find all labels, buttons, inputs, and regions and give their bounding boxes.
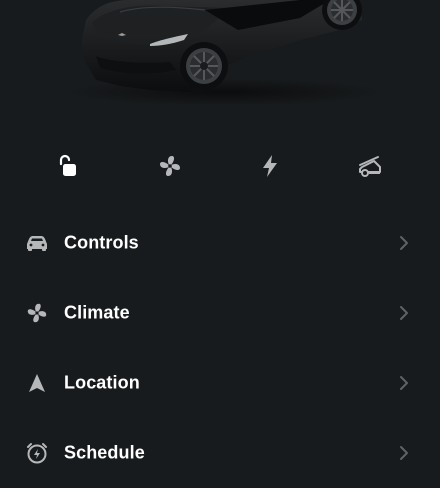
bolt-icon	[257, 153, 283, 179]
chevron-right-icon	[400, 306, 408, 320]
unlock-button[interactable]	[45, 146, 89, 186]
vehicle-menu: Controls Climate Location Schedule	[0, 208, 440, 488]
menu-item-label: Location	[64, 372, 140, 393]
frunk-button[interactable]	[348, 146, 392, 186]
menu-item-controls[interactable]: Controls	[0, 208, 440, 278]
navigation-arrow-icon	[24, 370, 50, 396]
vehicle-image	[0, 0, 440, 110]
fan-icon	[24, 300, 50, 326]
quick-controls	[0, 146, 440, 186]
menu-item-schedule[interactable]: Schedule	[0, 418, 440, 488]
climate-quick-button[interactable]	[148, 146, 192, 186]
menu-item-climate[interactable]: Climate	[0, 278, 440, 348]
charging-button[interactable]	[248, 146, 292, 186]
menu-item-label: Schedule	[64, 442, 145, 463]
chevron-right-icon	[400, 236, 408, 250]
car-icon	[24, 230, 50, 256]
chevron-right-icon	[400, 446, 408, 460]
unlock-icon	[54, 153, 80, 179]
fan-icon	[157, 153, 183, 179]
chevron-right-icon	[400, 376, 408, 390]
menu-item-label: Climate	[64, 302, 130, 323]
alarm-clock-bolt-icon	[24, 440, 50, 466]
menu-item-label: Controls	[64, 232, 139, 253]
frunk-open-icon	[356, 153, 384, 179]
menu-item-location[interactable]: Location	[0, 348, 440, 418]
